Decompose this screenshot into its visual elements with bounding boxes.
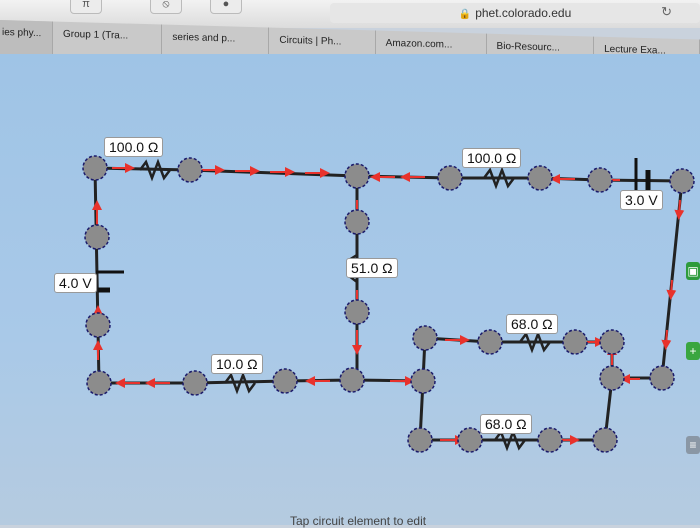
battery-right-label: 3.0 V <box>620 190 663 210</box>
battery-left-label: 4.0 V <box>54 273 97 293</box>
add-panel-icon[interactable]: ▣ <box>686 262 700 280</box>
junction-node[interactable] <box>82 155 108 181</box>
junction-node[interactable] <box>669 168 695 194</box>
hint-text: Tap circuit element to edit <box>290 514 427 528</box>
junction-node[interactable] <box>410 368 436 394</box>
junction-node[interactable] <box>537 427 563 453</box>
resistor-parallel-top-label: 68.0 Ω <box>506 314 558 334</box>
menu-icon[interactable]: ≡ <box>686 436 700 454</box>
junction-node[interactable] <box>437 165 463 191</box>
resistor-top-right-label: 100.0 Ω <box>462 148 522 168</box>
junction-node[interactable] <box>177 157 203 183</box>
current-arrow <box>666 279 677 300</box>
junction-node[interactable] <box>412 325 438 351</box>
resistor-top-left-label: 100.0 Ω <box>104 137 164 157</box>
resistor-middle-label: 51.0 Ω <box>346 258 398 278</box>
resistor-bottom-left-label: 10.0 Ω <box>211 354 263 374</box>
junction-node[interactable] <box>86 370 112 396</box>
junction-node[interactable] <box>407 427 433 453</box>
junction-node[interactable] <box>339 367 365 393</box>
junction-node[interactable] <box>562 329 588 355</box>
junction-node[interactable] <box>344 209 370 235</box>
junction-node[interactable] <box>272 368 298 394</box>
junction-node[interactable] <box>649 365 675 391</box>
current-arrow <box>674 199 685 220</box>
resistor-parallel-bottom-label: 68.0 Ω <box>480 414 532 434</box>
junction-node[interactable] <box>592 427 618 453</box>
junction-node[interactable] <box>587 167 613 193</box>
zoom-in-button[interactable]: + <box>686 342 700 360</box>
junction-node[interactable] <box>85 312 111 338</box>
wires[interactable] <box>93 166 684 442</box>
junction-node[interactable] <box>599 365 625 391</box>
junction-node[interactable] <box>457 427 483 453</box>
junction-node[interactable] <box>182 370 208 396</box>
junction-node[interactable] <box>477 329 503 355</box>
junction-node[interactable] <box>599 329 625 355</box>
junction-node[interactable] <box>344 163 370 189</box>
junction-node[interactable] <box>344 299 370 325</box>
junction-node[interactable] <box>527 165 553 191</box>
current-arrow <box>661 329 672 350</box>
junction-node[interactable] <box>84 224 110 250</box>
